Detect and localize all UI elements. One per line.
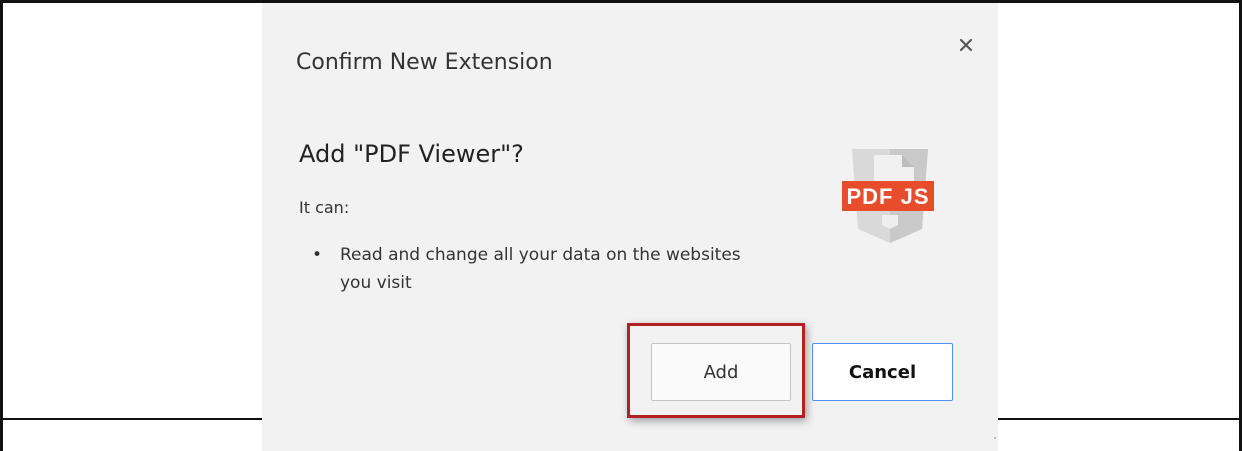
close-button[interactable]	[954, 33, 978, 57]
dialog-title: Confirm New Extension	[296, 50, 553, 75]
permission-item: • Read and change all your data on the w…	[306, 241, 766, 297]
pdfjs-logo-icon: PDF JS	[842, 149, 934, 243]
permission-text: Read and change all your data on the web…	[340, 245, 741, 293]
add-button[interactable]: Add	[651, 343, 791, 401]
cancel-button[interactable]: Cancel	[812, 343, 953, 401]
bullet-icon: •	[312, 245, 323, 265]
close-icon	[959, 38, 973, 52]
permissions-label: It can:	[299, 198, 350, 217]
logo-text: PDF JS	[846, 184, 929, 209]
permission-list: • Read and change all your data on the w…	[306, 241, 766, 297]
resize-corner	[994, 437, 996, 439]
extension-heading: Add "PDF Viewer"?	[299, 140, 524, 168]
extension-confirm-dialog: Confirm New Extension Add "PDF Viewer"? …	[262, 3, 998, 451]
